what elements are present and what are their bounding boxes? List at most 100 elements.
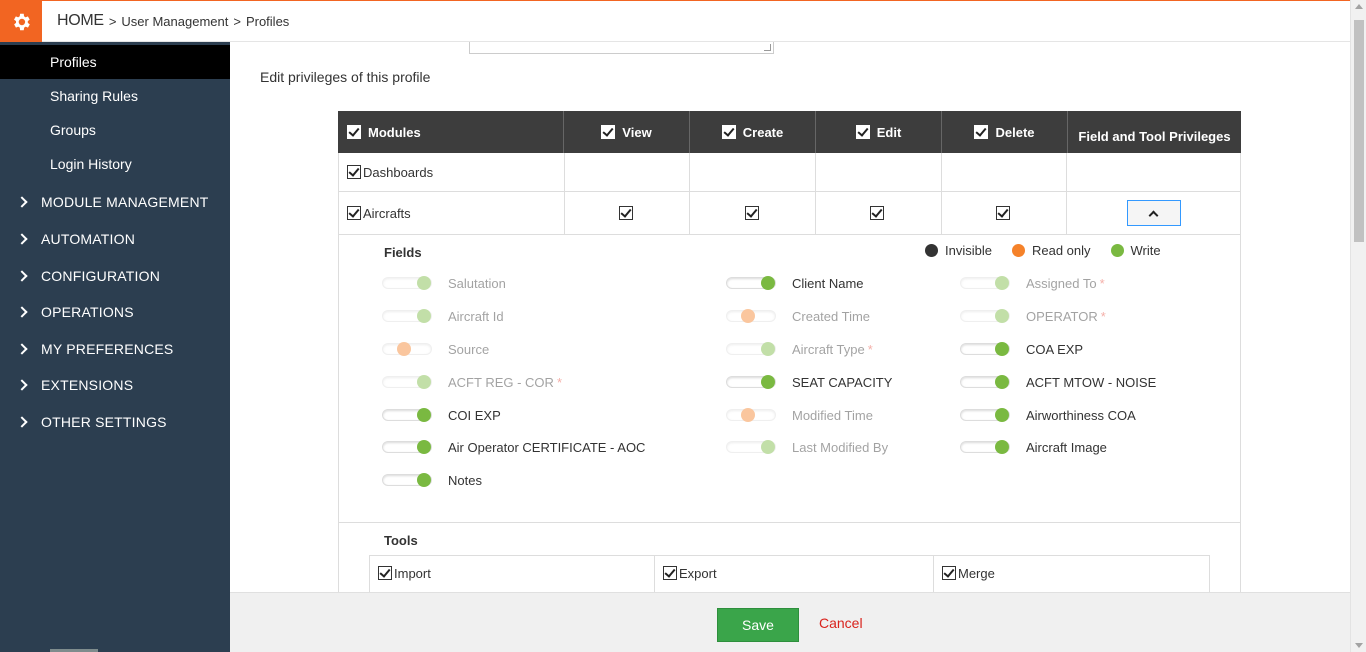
- tool-checkbox-merge[interactable]: [942, 566, 956, 580]
- field-toggle[interactable]: Salutation: [382, 273, 506, 293]
- create-cell: [690, 153, 816, 191]
- slider-knob[interactable]: [995, 408, 1009, 422]
- field-toggle[interactable]: Source: [382, 339, 489, 359]
- slider-knob[interactable]: [741, 408, 755, 422]
- select-all-modules-checkbox[interactable]: [347, 125, 361, 139]
- tool-import[interactable]: Import: [370, 556, 655, 592]
- slider-knob[interactable]: [761, 375, 775, 389]
- privilege-slider[interactable]: [960, 276, 1010, 290]
- create-checkbox-aircrafts[interactable]: [744, 206, 759, 220]
- privilege-slider[interactable]: [726, 276, 776, 290]
- select-all-edit-checkbox[interactable]: [855, 125, 870, 139]
- privilege-slider[interactable]: [382, 473, 432, 487]
- field-toggle[interactable]: ACFT REG - COR *: [382, 372, 562, 392]
- module-checkbox-aircrafts[interactable]: [347, 206, 361, 220]
- privilege-slider[interactable]: [382, 342, 432, 356]
- resize-grip-icon[interactable]: [764, 44, 771, 51]
- scroll-down-icon[interactable]: [1355, 643, 1363, 648]
- slider-knob[interactable]: [761, 276, 775, 290]
- module-checkbox-dashboards[interactable]: [347, 165, 361, 179]
- sidebar-menu-automation[interactable]: AUTOMATION: [0, 221, 230, 257]
- field-toggle[interactable]: COI EXP: [382, 405, 501, 425]
- scrollbar-thumb[interactable]: [1354, 20, 1364, 242]
- slider-knob[interactable]: [995, 440, 1009, 454]
- description-textarea[interactable]: [469, 42, 774, 54]
- slider-knob[interactable]: [417, 375, 431, 389]
- collapse-privileges-button[interactable]: [1126, 200, 1181, 226]
- privilege-slider[interactable]: [382, 440, 432, 454]
- slider-knob[interactable]: [397, 342, 411, 356]
- field-toggle[interactable]: Assigned To *: [960, 273, 1105, 293]
- slider-knob[interactable]: [741, 309, 755, 323]
- select-all-create-checkbox[interactable]: [721, 125, 736, 139]
- field-toggle[interactable]: Air Operator CERTIFICATE - AOC: [382, 437, 645, 457]
- breadcrumb-home[interactable]: HOME: [57, 12, 104, 30]
- slider-knob[interactable]: [417, 440, 431, 454]
- sidebar-item-profiles[interactable]: Profiles: [0, 45, 230, 79]
- privilege-slider[interactable]: [726, 342, 776, 356]
- delete-checkbox-aircrafts[interactable]: [996, 206, 1011, 220]
- privilege-slider[interactable]: [960, 342, 1010, 356]
- slider-knob[interactable]: [995, 342, 1009, 356]
- field-toggle[interactable]: Modified Time: [726, 405, 873, 425]
- vertical-scrollbar[interactable]: [1350, 0, 1366, 652]
- privilege-slider[interactable]: [382, 276, 432, 290]
- privilege-slider[interactable]: [382, 408, 432, 422]
- tool-export[interactable]: Export: [655, 556, 934, 592]
- slider-knob[interactable]: [761, 342, 775, 356]
- slider-knob[interactable]: [417, 408, 431, 422]
- privilege-slider[interactable]: [726, 375, 776, 389]
- slider-knob[interactable]: [995, 375, 1009, 389]
- sidebar-item-login-history[interactable]: Login History: [0, 147, 230, 181]
- field-toggle[interactable]: COA EXP: [960, 339, 1083, 359]
- sidebar-menu-extensions[interactable]: EXTENSIONS: [0, 367, 230, 403]
- privilege-slider[interactable]: [960, 309, 1010, 323]
- privilege-slider[interactable]: [726, 440, 776, 454]
- field-toggle[interactable]: Client Name: [726, 273, 864, 293]
- save-button[interactable]: Save: [717, 608, 799, 642]
- tool-checkbox-export[interactable]: [663, 566, 677, 580]
- field-toggle[interactable]: Aircraft Id: [382, 306, 504, 326]
- privilege-slider[interactable]: [960, 440, 1010, 454]
- field-toggle[interactable]: Created Time: [726, 306, 870, 326]
- field-toggle[interactable]: Notes: [382, 470, 482, 490]
- cancel-button[interactable]: Cancel: [819, 615, 863, 631]
- slider-knob[interactable]: [995, 276, 1009, 290]
- privilege-slider[interactable]: [726, 408, 776, 422]
- field-toggle[interactable]: Airworthiness COA: [960, 405, 1136, 425]
- privilege-slider[interactable]: [960, 408, 1010, 422]
- select-all-delete-checkbox[interactable]: [974, 125, 989, 139]
- field-toggle[interactable]: Aircraft Type *: [726, 339, 873, 359]
- privilege-slider[interactable]: [726, 309, 776, 323]
- breadcrumb-user-management[interactable]: User Management: [121, 14, 228, 29]
- field-toggle[interactable]: ACFT MTOW - NOISE: [960, 372, 1156, 392]
- privilege-slider[interactable]: [382, 309, 432, 323]
- sidebar-menu-my-preferences[interactable]: MY PREFERENCES: [0, 331, 230, 367]
- sidebar-item-groups[interactable]: Groups: [0, 113, 230, 147]
- tool-checkbox-import[interactable]: [378, 566, 392, 580]
- field-toggle[interactable]: Last Modified By: [726, 437, 888, 457]
- slider-knob[interactable]: [995, 309, 1009, 323]
- field-toggle[interactable]: OPERATOR *: [960, 306, 1106, 326]
- sidebar-menu-other-settings[interactable]: OTHER SETTINGS: [0, 404, 230, 440]
- sidebar-menu-configuration[interactable]: CONFIGURATION: [0, 258, 230, 294]
- tool-merge[interactable]: Merge: [934, 556, 1209, 592]
- sidebar-menu-module-management[interactable]: MODULE MANAGEMENT: [0, 184, 230, 220]
- scroll-up-icon[interactable]: [1355, 4, 1363, 9]
- slider-knob[interactable]: [417, 276, 431, 290]
- slider-knob[interactable]: [417, 473, 431, 487]
- sidebar-menu-operations[interactable]: OPERATIONS: [0, 294, 230, 330]
- edit-checkbox-aircrafts[interactable]: [870, 206, 885, 220]
- select-all-view-checkbox[interactable]: [601, 125, 616, 139]
- field-toggle[interactable]: Aircraft Image: [960, 437, 1107, 457]
- privilege-slider[interactable]: [960, 375, 1010, 389]
- slider-knob[interactable]: [417, 309, 431, 323]
- field-label: Last Modified By: [792, 439, 889, 455]
- sidebar-item-sharing-rules[interactable]: Sharing Rules: [0, 79, 230, 113]
- slider-knob[interactable]: [761, 440, 775, 454]
- view-checkbox-aircrafts[interactable]: [618, 206, 633, 220]
- field-toggle[interactable]: SEAT CAPACITY: [726, 372, 892, 392]
- sidebar: Profiles Sharing Rules Groups Login Hist…: [0, 42, 230, 652]
- privilege-slider[interactable]: [382, 375, 432, 389]
- settings-gear-button[interactable]: [0, 1, 42, 42]
